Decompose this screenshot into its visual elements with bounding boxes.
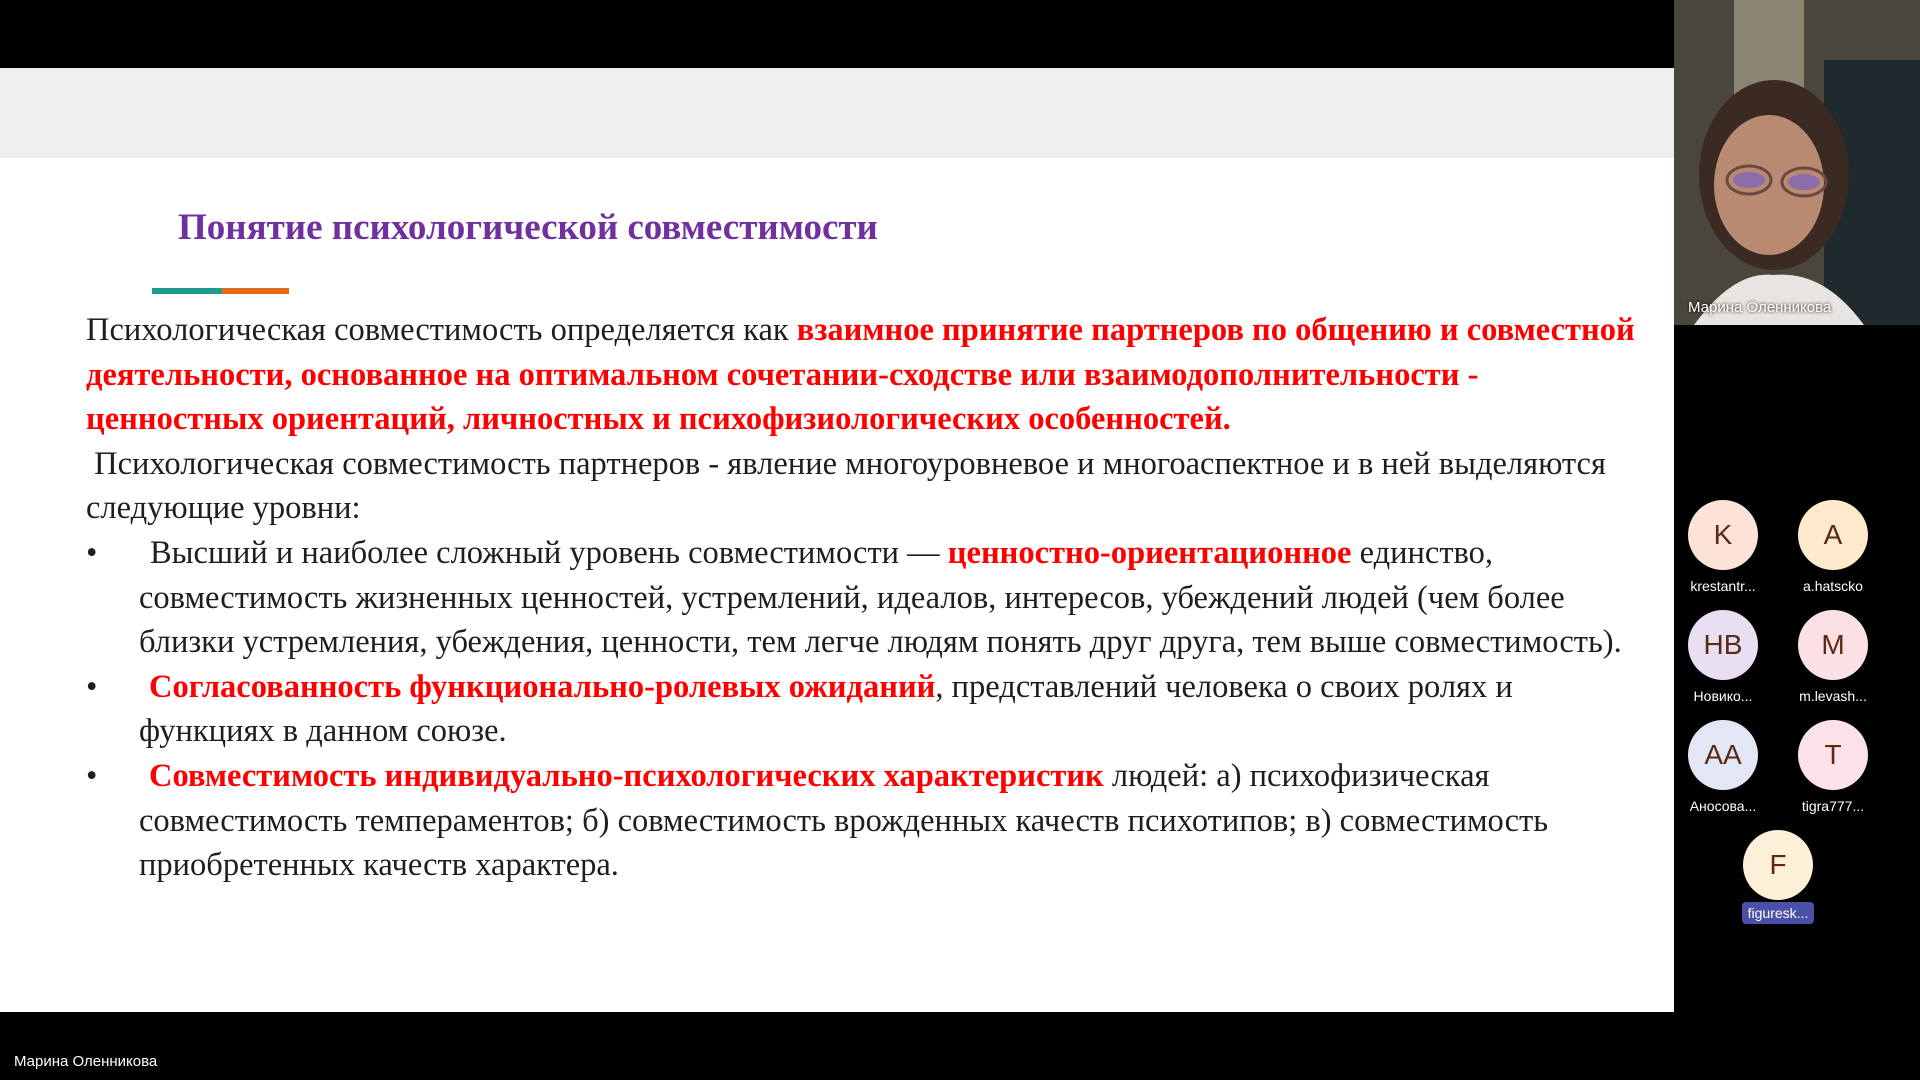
shared-slide: Понятие психологической совместимости Пс… (0, 68, 1674, 1012)
level-2-highlight: Согласованность функционально-ролевых ож… (149, 668, 936, 705)
level-1-highlight: ценностно-ориентационное (947, 534, 1352, 571)
levels-list: • Высший и наиболее сложный уровень совме… (86, 531, 1646, 888)
speaker-video-feed (1674, 0, 1920, 325)
participant-tile[interactable]: M m.levash... (1785, 610, 1881, 704)
participant-avatar: T (1798, 720, 1868, 790)
participant-name: m.levash... (1799, 688, 1867, 704)
participant-name: tigra777... (1801, 798, 1865, 814)
level-item-1: • Высший и наиболее сложный уровень совме… (86, 531, 1646, 665)
participants-panel: K krestantr... A a.hatscko НВ Новико... … (1674, 500, 1920, 924)
title-underline-teal (152, 288, 222, 294)
title-underline-orange (222, 288, 289, 294)
participant-tile[interactable]: T tigra777... (1785, 720, 1881, 814)
levels-intro-paragraph: Психологическая совместимость партнеров … (86, 442, 1646, 531)
speaker-video-tile[interactable]: Марина Оленникова (1674, 0, 1920, 325)
participant-avatar: НВ (1688, 610, 1758, 680)
definition-lead: Психологическая совместимость определяет… (86, 312, 797, 348)
levels-intro-text: Психологическая совместимость партнеров … (86, 445, 1606, 527)
level-item-2: • Согласованность функционально-ролевых о… (86, 665, 1646, 754)
slide-body: Психологическая совместимость определяет… (86, 308, 1646, 888)
participant-tile[interactable]: K krestantr... (1675, 500, 1771, 594)
participant-name: Аносова... (1689, 798, 1757, 814)
participant-avatar: K (1688, 500, 1758, 570)
participant-tile[interactable]: A a.hatscko (1785, 500, 1881, 594)
participant-name-highlighted: figuresk... (1741, 902, 1815, 924)
level-1-text-before: Высший и наиболее сложный уровень совмес… (150, 534, 948, 571)
presenter-name-label: Марина Оленникова (14, 1053, 158, 1070)
participant-tile[interactable]: АА Аносова... (1675, 720, 1771, 814)
participant-name: krestantr... (1690, 578, 1756, 594)
participant-tile[interactable]: НВ Новико... (1675, 610, 1771, 704)
participant-avatar: АА (1688, 720, 1758, 790)
bullet-dot: • (86, 668, 98, 705)
definition-paragraph: Психологическая совместимость определяет… (86, 308, 1646, 442)
title-underline (152, 288, 289, 294)
participant-name: a.hatscko (1803, 578, 1863, 594)
participant-avatar: M (1798, 610, 1868, 680)
bullet-dot: • (86, 534, 98, 571)
level-item-3: • Совместимость индивидуально-психологиче… (86, 754, 1646, 888)
slide-title: Понятие психологической совместимости (178, 207, 878, 248)
participant-avatar: F (1743, 830, 1813, 900)
slide-header-band (0, 68, 1674, 158)
participant-name: Новико... (1693, 688, 1753, 704)
participant-tile-active[interactable]: F figuresk... (1730, 830, 1826, 929)
speaker-name-label: Марина Оленникова (1688, 299, 1832, 316)
level-3-highlight: Совместимость индивидуально-психологичес… (149, 757, 1104, 794)
participant-avatar: A (1798, 500, 1868, 570)
bullet-dot: • (86, 757, 98, 794)
